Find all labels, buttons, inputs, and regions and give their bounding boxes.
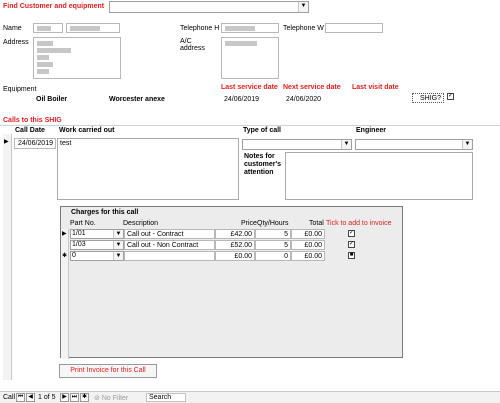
find-customer-combo[interactable]: ▼ [109, 1, 309, 13]
engineer-combo[interactable]: ▼ [355, 139, 473, 150]
call-date-field[interactable]: 24/06/2019 [14, 138, 56, 149]
next-service-field[interactable]: 24/06/2020 [283, 94, 341, 104]
calls-section-title: Calls to this SHIG [3, 117, 62, 124]
telephone-w-field[interactable] [325, 23, 383, 33]
chevron-down-icon[interactable]: ▼ [462, 140, 472, 149]
equipment-location-field[interactable]: Worcester anexe [106, 94, 218, 104]
equipment-type-field[interactable]: Oil Boiler [33, 94, 99, 104]
name-label: Name [3, 25, 22, 32]
record-navigation-bar: Call ⏮ ◀ 1 of 5 ▶ ⏭ ✱ ⊘ No Filter Search [0, 391, 500, 403]
next-record-icon[interactable]: ▶ [60, 393, 69, 402]
new-record-icon[interactable]: ✱ [80, 393, 89, 402]
last-visit-label: Last visit date [352, 84, 399, 91]
price-header: Price [241, 220, 257, 227]
part-no-combo[interactable]: 1/03 ▼ [70, 240, 124, 250]
find-customer-label: Find Customer and equipment [3, 3, 105, 10]
telephone-w-label: Telephone W [283, 25, 324, 32]
record-position[interactable]: 1 of 5 [38, 394, 56, 401]
total-field[interactable]: £0.00 [291, 240, 325, 250]
type-of-call-header: Type of call [243, 127, 281, 134]
last-service-label: Last service date [221, 84, 278, 91]
print-invoice-button[interactable]: Print Invoice for this Call [59, 364, 157, 378]
section-divider [0, 125, 500, 126]
shig-checkbox[interactable]: ✓ [447, 93, 454, 100]
qty-field[interactable]: 5 [255, 229, 291, 239]
add-to-invoice-checkbox[interactable]: ✓ [348, 230, 355, 237]
surname-field[interactable] [66, 23, 120, 33]
record-label: Call [3, 394, 16, 401]
previous-record-icon[interactable]: ◀ [26, 393, 35, 402]
work-carried-out-field[interactable]: test [57, 138, 239, 200]
type-of-call-combo[interactable]: ▼ [242, 139, 352, 150]
work-header: Work carried out [59, 127, 115, 134]
new-record-icon: ✱ [62, 253, 68, 259]
no-filter-icon: ⊘ [94, 395, 102, 402]
tick-header: Tick to add to invoice [326, 220, 392, 227]
equipment-label: Equipment [3, 86, 37, 93]
notes-field[interactable] [285, 152, 473, 200]
chevron-down-icon[interactable]: ▼ [113, 241, 123, 249]
chevron-down-icon[interactable]: ▼ [298, 2, 308, 12]
telephone-h-field[interactable] [221, 23, 279, 33]
description-header: Description [123, 220, 159, 227]
telephone-h-label: Telephone H [180, 25, 220, 32]
next-service-label: Next service date [283, 84, 341, 91]
total-field[interactable]: £0.00 [291, 251, 325, 261]
first-name-field[interactable] [33, 23, 63, 33]
add-to-invoice-checkbox[interactable]: ■ [348, 252, 355, 259]
chevron-down-icon[interactable]: ▼ [341, 140, 351, 149]
part-no-header: Part No. [70, 220, 96, 227]
table-row[interactable]: ✱ 0 ▼ £0.00 0 £0.00 ■ [61, 251, 403, 262]
price-field[interactable]: £52.00 [215, 240, 255, 250]
first-record-icon[interactable]: ⏮ [16, 393, 25, 402]
qty-field[interactable]: 0 [255, 251, 291, 261]
engineer-header: Engineer [356, 127, 386, 134]
record-selector-bar[interactable]: ▶ [3, 134, 12, 380]
chevron-down-icon[interactable]: ▼ [113, 252, 123, 260]
part-no-combo[interactable]: 0 ▼ [70, 251, 124, 261]
qty-header: Qty/Hours [257, 220, 289, 227]
notes-label: Notes for customer's attention [244, 153, 282, 176]
last-record-icon[interactable]: ⏭ [70, 393, 79, 402]
shig-label: SHIG? [412, 93, 444, 103]
charges-subform: Charges for this call Part No. Descripti… [60, 206, 403, 359]
description-field[interactable]: Call out - Contract [124, 229, 215, 239]
add-to-invoice-checkbox[interactable]: ✓ [348, 241, 355, 248]
last-visit-field[interactable] [352, 94, 408, 104]
description-field[interactable] [124, 251, 215, 261]
last-service-field[interactable]: 24/06/2019 [221, 94, 279, 104]
total-field[interactable]: £0.00 [291, 229, 325, 239]
qty-field[interactable]: 5 [255, 240, 291, 250]
price-field[interactable]: £42.00 [215, 229, 255, 239]
chevron-down-icon[interactable]: ▼ [113, 230, 123, 238]
address-field[interactable] [33, 37, 121, 79]
filter-status[interactable]: ⊘ No Filter [94, 394, 128, 402]
table-row[interactable]: ▶ 1/01 ▼ Call out - Contract £42.00 5 £0.… [61, 229, 403, 240]
part-no-combo[interactable]: 1/01 ▼ [70, 229, 124, 239]
address-label: Address [3, 39, 29, 46]
total-header: Total [309, 220, 324, 227]
charges-title: Charges for this call [71, 209, 139, 216]
description-field[interactable]: Call out - Non Contract [124, 240, 215, 250]
call-date-header: Call Date [15, 127, 45, 134]
row-marker: ▶ [62, 231, 67, 237]
price-field[interactable]: £0.00 [215, 251, 255, 261]
table-row[interactable]: 1/03 ▼ Call out - Non Contract £52.00 5 £… [61, 240, 403, 251]
ac-address-label: A/C address [180, 38, 205, 52]
ac-address-field[interactable] [221, 37, 279, 79]
current-record-icon: ▶ [4, 139, 9, 145]
search-input[interactable]: Search [146, 393, 186, 402]
